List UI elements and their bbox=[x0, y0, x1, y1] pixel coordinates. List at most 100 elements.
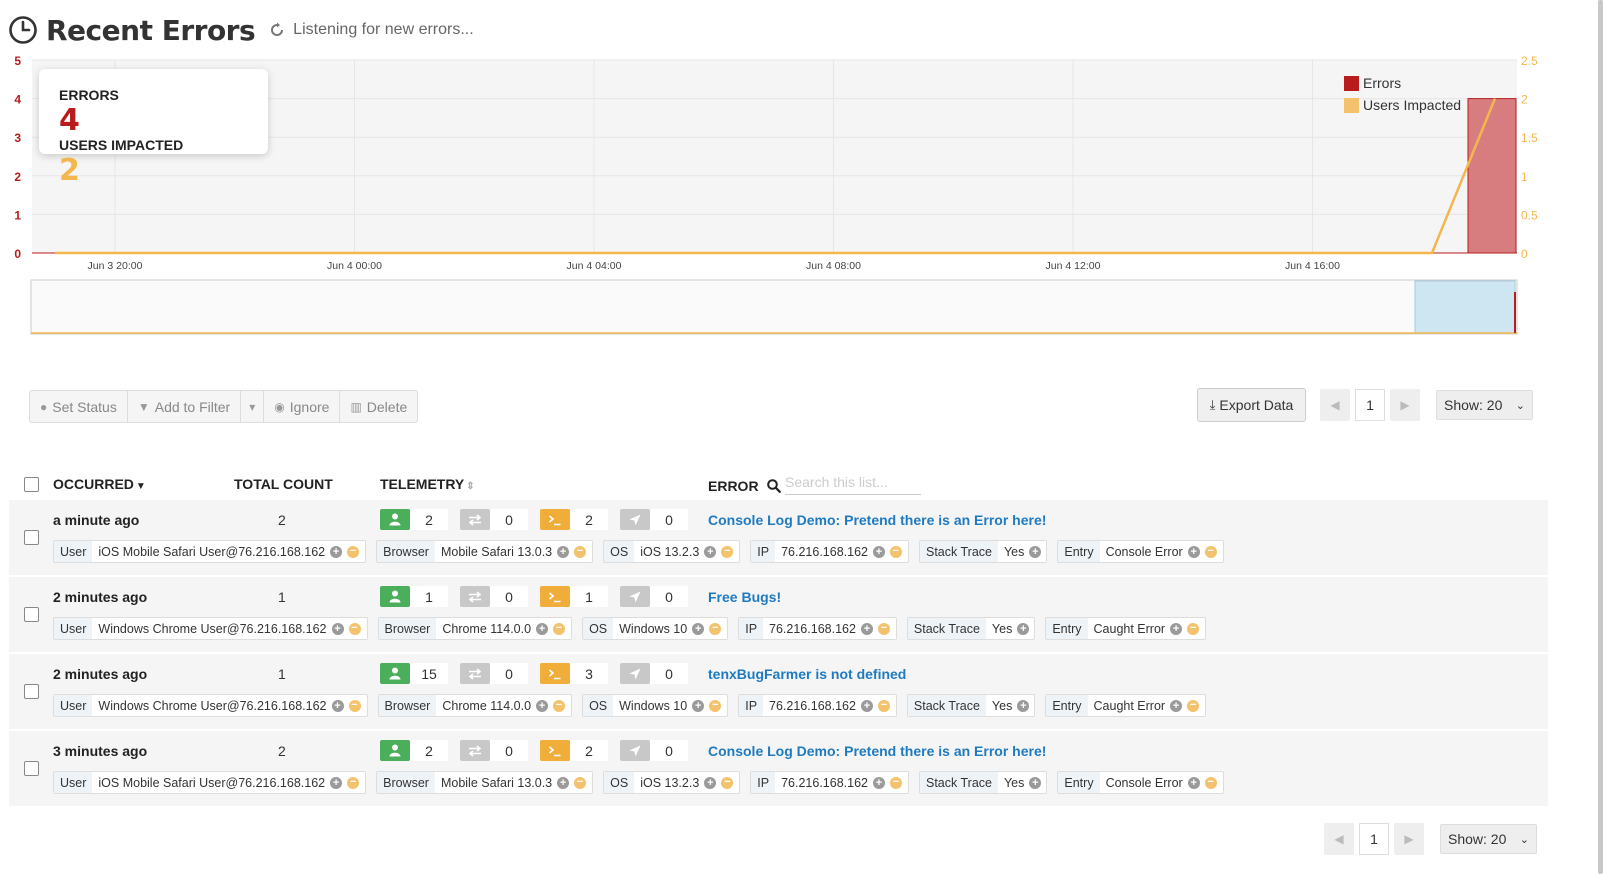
search-input[interactable]: Search this list... bbox=[785, 474, 921, 495]
add-filter-icon[interactable]: + bbox=[1187, 545, 1200, 558]
browser-tag: Browser Mobile Safari 13.0.3 + − bbox=[376, 540, 594, 563]
select-all-checkbox[interactable] bbox=[24, 477, 39, 492]
exclude-filter-icon[interactable]: − bbox=[574, 776, 587, 789]
user-action-count: 2 bbox=[410, 740, 448, 761]
set-status-button[interactable]: ● Set Status bbox=[30, 391, 128, 422]
y-left-tick: 0 bbox=[14, 247, 21, 261]
error-title-link[interactable]: Console Log Demo: Pretend there is an Er… bbox=[708, 512, 1046, 528]
exclude-filter-icon[interactable]: − bbox=[348, 699, 361, 712]
exclude-filter-icon[interactable]: − bbox=[347, 776, 360, 789]
exclude-filter-icon[interactable]: − bbox=[721, 776, 734, 789]
add-filter-icon[interactable]: + bbox=[1017, 699, 1030, 712]
add-filter-icon[interactable]: + bbox=[1029, 776, 1042, 789]
network-count: 0 bbox=[490, 509, 528, 530]
add-filter-icon[interactable]: + bbox=[536, 699, 549, 712]
add-filter-icon[interactable]: + bbox=[331, 622, 344, 635]
exclude-filter-icon[interactable]: − bbox=[1187, 622, 1200, 635]
exclude-filter-icon[interactable]: − bbox=[1187, 699, 1200, 712]
exclude-filter-icon[interactable]: − bbox=[721, 545, 734, 558]
add-filter-icon[interactable]: + bbox=[330, 776, 343, 789]
console-count: 3 bbox=[570, 663, 608, 684]
add-filter-icon[interactable]: + bbox=[330, 545, 343, 558]
next-page-button[interactable]: ▶ bbox=[1390, 389, 1420, 421]
exclude-filter-icon[interactable]: − bbox=[1204, 545, 1217, 558]
exclude-filter-icon[interactable]: − bbox=[709, 699, 722, 712]
add-filter-icon[interactable]: + bbox=[331, 699, 344, 712]
y-right-tick: 1 bbox=[1521, 170, 1528, 184]
add-filter-icon[interactable]: + bbox=[872, 776, 885, 789]
row-checkbox[interactable] bbox=[24, 684, 39, 699]
trash-icon: ▥ bbox=[350, 399, 362, 414]
next-page-button-bottom[interactable]: ▶ bbox=[1394, 823, 1424, 855]
error-title-link[interactable]: Free Bugs! bbox=[708, 589, 781, 605]
bulk-actions-toolbar: ● Set Status ▼ Add to Filter ▾ ◉ Ignore … bbox=[29, 390, 419, 423]
user-tag: User iOS Mobile Safari User@76.216.168.1… bbox=[53, 540, 367, 563]
table-row[interactable]: 2 minutes ago 1 1 0 1 0 Free Bugs! User … bbox=[9, 577, 1548, 652]
current-page-bottom[interactable]: 1 bbox=[1359, 823, 1389, 855]
exclude-filter-icon[interactable]: − bbox=[348, 622, 361, 635]
error-title-link[interactable]: Console Log Demo: Pretend there is an Er… bbox=[708, 743, 1046, 759]
download-icon: ⤓ bbox=[1209, 397, 1216, 412]
table-row[interactable]: a minute ago 2 2 0 2 0 Console Log Demo:… bbox=[9, 500, 1548, 575]
scrollbar-thumb[interactable] bbox=[1598, 0, 1603, 874]
errors-bar bbox=[1467, 98, 1517, 254]
table-row[interactable]: 3 minutes ago 2 2 0 2 0 Console Log Demo… bbox=[9, 731, 1548, 806]
add-filter-icon[interactable]: + bbox=[1170, 622, 1183, 635]
error-title-link[interactable]: tenxBugFarmer is not defined bbox=[708, 666, 906, 682]
chart-legend: Errors Users Impacted bbox=[1344, 72, 1461, 116]
add-filter-icon[interactable]: + bbox=[1187, 776, 1200, 789]
total-count: 2 bbox=[278, 743, 286, 759]
page-scrollbar[interactable] bbox=[1568, 0, 1603, 874]
page-size-select[interactable]: Show: 20 ⌄ bbox=[1436, 390, 1533, 420]
ignore-button[interactable]: ◉ Ignore bbox=[264, 391, 341, 422]
exclude-filter-icon[interactable]: − bbox=[1204, 776, 1217, 789]
refresh-icon bbox=[271, 22, 284, 36]
add-filter-icon[interactable]: + bbox=[536, 622, 549, 635]
add-filter-icon[interactable]: + bbox=[704, 776, 717, 789]
add-filter-icon[interactable]: + bbox=[704, 545, 717, 558]
exclude-filter-icon[interactable]: − bbox=[877, 622, 890, 635]
user-action-count: 1 bbox=[410, 586, 448, 607]
table-header: OCCURRED ▼ TOTAL COUNT TELEMETRY ⇕ ERROR S… bbox=[0, 470, 1545, 500]
exclude-filter-icon[interactable]: − bbox=[709, 622, 722, 635]
add-filter-icon[interactable]: + bbox=[692, 699, 705, 712]
browser-tag-value: Mobile Safari 13.0.3 bbox=[440, 775, 553, 790]
add-filter-icon[interactable]: + bbox=[1017, 622, 1030, 635]
row-checkbox[interactable] bbox=[24, 607, 39, 622]
col-telemetry-label: TELEMETRY bbox=[380, 476, 465, 492]
table-row[interactable]: 2 minutes ago 1 15 0 3 0 tenxBugFarmer i… bbox=[9, 654, 1548, 729]
export-data-button[interactable]: ⤓ Export Data bbox=[1197, 388, 1306, 422]
add-filter-icon[interactable]: + bbox=[1170, 699, 1183, 712]
col-total-count[interactable]: TOTAL COUNT bbox=[234, 476, 333, 492]
filter-dropdown-toggle[interactable]: ▾ bbox=[241, 391, 265, 422]
row-checkbox[interactable] bbox=[24, 761, 39, 776]
exclude-filter-icon[interactable]: − bbox=[553, 622, 566, 635]
exclude-filter-icon[interactable]: − bbox=[347, 545, 360, 558]
page-size-select-bottom[interactable]: Show: 20 ⌄ bbox=[1440, 824, 1537, 854]
add-to-filter-button[interactable]: ▼ Add to Filter bbox=[128, 391, 242, 422]
add-filter-icon[interactable]: + bbox=[872, 545, 885, 558]
add-filter-icon[interactable]: + bbox=[860, 622, 873, 635]
exclude-filter-icon[interactable]: − bbox=[553, 699, 566, 712]
exclude-filter-icon[interactable]: − bbox=[889, 545, 902, 558]
row-checkbox[interactable] bbox=[24, 530, 39, 545]
prev-page-button-bottom[interactable]: ◀ bbox=[1324, 823, 1354, 855]
add-filter-icon[interactable]: + bbox=[557, 776, 570, 789]
delete-button[interactable]: ▥ Delete bbox=[340, 391, 417, 422]
user-tag-key: User bbox=[54, 541, 93, 562]
exclude-filter-icon[interactable]: − bbox=[574, 545, 587, 558]
prev-page-button[interactable]: ◀ bbox=[1320, 389, 1350, 421]
add-filter-icon[interactable]: + bbox=[1029, 545, 1042, 558]
col-occurred[interactable]: OCCURRED ▼ bbox=[53, 476, 146, 492]
col-telemetry[interactable]: TELEMETRY ⇕ bbox=[380, 476, 475, 492]
add-filter-icon[interactable]: + bbox=[692, 622, 705, 635]
exclude-filter-icon[interactable]: − bbox=[877, 699, 890, 712]
current-page[interactable]: 1 bbox=[1355, 389, 1385, 421]
legend-item-errors[interactable]: Errors bbox=[1344, 72, 1461, 94]
legend-item-users[interactable]: Users Impacted bbox=[1344, 94, 1461, 116]
x-tick-label: Jun 4 08:00 bbox=[806, 260, 861, 272]
add-filter-icon[interactable]: + bbox=[860, 699, 873, 712]
add-filter-icon[interactable]: + bbox=[557, 545, 570, 558]
stack-trace-tag: Stack Trace Yes + bbox=[906, 694, 1036, 717]
exclude-filter-icon[interactable]: − bbox=[889, 776, 902, 789]
